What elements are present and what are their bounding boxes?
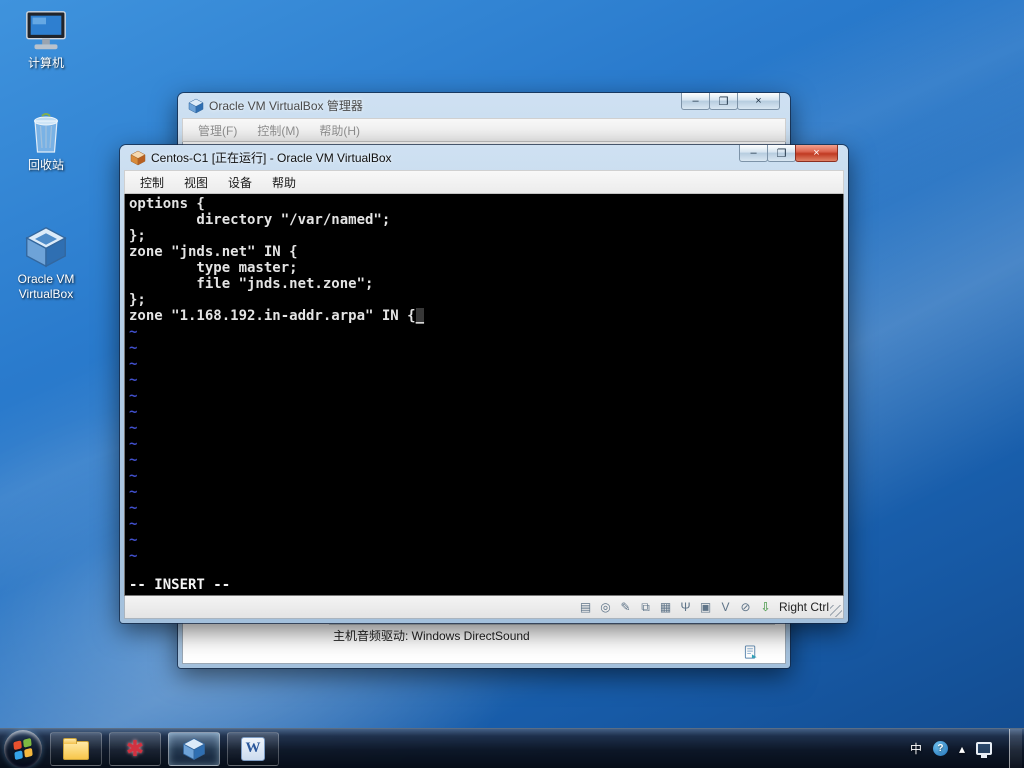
terminal-empty-line: ~ [129, 484, 138, 500]
menu-help[interactable]: 帮助(H) [310, 119, 369, 142]
virtualbox-logo-icon [188, 98, 204, 114]
terminal-line: zone "jnds.net" IN { [129, 244, 298, 260]
terminal-empty-line: ~ [129, 388, 138, 404]
terminal-line: }; [129, 228, 146, 244]
desktop-icon-label: 计算机 [27, 56, 64, 70]
terminal-content: options { directory "/var/named"; }; zon… [129, 196, 843, 577]
taskbar-button-red-app[interactable]: ✱ [109, 731, 161, 766]
shared-folders-icon[interactable]: ▣ [697, 599, 714, 616]
taskbar-button-virtualbox[interactable] [168, 731, 220, 766]
terminal-empty-line: ~ [129, 404, 138, 420]
word-icon: W [240, 736, 266, 761]
network-adapter-icon[interactable]: ▦ [657, 599, 674, 616]
host-key-state-icon[interactable]: ⇩ [757, 599, 774, 616]
virtualbox-icon [22, 224, 70, 270]
menu-help[interactable]: 帮助 [263, 171, 305, 194]
minimize-button[interactable]: – [681, 93, 710, 110]
windows-flag-icon [13, 737, 33, 760]
desktop-icon-recycle-bin[interactable]: 回收站 [6, 110, 86, 173]
manager-titlebar[interactable]: Oracle VM VirtualBox 管理器 – ❐ × [182, 93, 786, 118]
terminal-empty-line: ~ [129, 500, 138, 516]
terminal-line-text: zone "1.168.192.in-addr.arpa" IN { [129, 308, 416, 324]
virtual-screens-icon[interactable]: ⧉ [637, 599, 654, 616]
features-icon[interactable]: V [717, 599, 734, 616]
status-icons: ▤ ◎ ✎ ⧉ ▦ Ψ ▣ V ⊘ ⇩ [577, 599, 774, 616]
menu-view[interactable]: 视图 [175, 171, 217, 194]
desktop-icon-virtualbox[interactable]: Oracle VM VirtualBox [2, 224, 90, 302]
vm-window: Centos-C1 [正在运行] - Oracle VM VirtualBox … [120, 145, 848, 623]
host-key-label: Right Ctrl [778, 600, 829, 614]
vm-window-title: Centos-C1 [正在运行] - Oracle VM VirtualBox [151, 151, 392, 165]
manager-caption-buttons: – ❐ × [681, 93, 780, 110]
vi-mode-indicator: -- INSERT -- [129, 577, 231, 593]
start-button[interactable] [4, 730, 42, 768]
recycle-bin-icon [22, 110, 70, 156]
folder-icon [63, 737, 89, 761]
manager-menubar: 管理(F) 控制(M) 帮助(H) [182, 118, 786, 142]
red-app-icon: ✱ [125, 735, 145, 761]
virtualbox-icon [181, 737, 207, 761]
terminal-line: options { [129, 196, 205, 212]
terminal-empty-line: ~ [129, 372, 138, 388]
network-glyph [976, 742, 992, 758]
desktop[interactable]: 计算机 回收站 Oracle VM VirtualBox Oracle VM V… [0, 0, 1024, 768]
vm-statusbar: ▤ ◎ ✎ ⧉ ▦ Ψ ▣ V ⊘ ⇩ Right Ctrl [124, 596, 844, 619]
hdd-icon[interactable]: ▤ [577, 599, 594, 616]
show-desktop-button[interactable] [1009, 728, 1022, 768]
help-icon[interactable]: ? [932, 741, 948, 756]
terminal-empty-line: ~ [129, 516, 138, 532]
terminal-line: }; [129, 292, 146, 308]
terminal-empty-line: ~ [129, 356, 138, 372]
terminal-empty-line: ~ [129, 436, 138, 452]
terminal-line: directory "/var/named"; [129, 212, 391, 228]
mouse-integration-icon[interactable]: ⊘ [737, 599, 754, 616]
vm-titlebar[interactable]: Centos-C1 [正在运行] - Oracle VM VirtualBox … [124, 145, 844, 170]
help-glyph: ? [932, 741, 948, 756]
close-button[interactable]: × [795, 145, 838, 162]
terminal-line: type master; [129, 260, 298, 276]
desktop-icon-label: Oracle VM VirtualBox [17, 272, 75, 301]
manager-window-title: Oracle VM VirtualBox 管理器 [209, 99, 363, 113]
tray-chevron-icon[interactable]: ▴ [959, 742, 965, 756]
video-capture-icon[interactable]: ✎ [617, 599, 634, 616]
maximize-button[interactable]: ❐ [709, 93, 738, 110]
menu-machine[interactable]: 控制(M) [248, 119, 308, 142]
resize-grip[interactable] [830, 605, 842, 617]
details-divider [329, 624, 775, 625]
terminal-empty-line: ~ [129, 420, 138, 436]
vm-window-icon [130, 150, 146, 166]
close-button[interactable]: × [737, 93, 780, 110]
terminal-cursor: _ [415, 308, 425, 324]
network-icon[interactable] [976, 742, 992, 758]
usb-icon[interactable]: Ψ [677, 599, 694, 616]
system-tray: 中 ? ▴ [910, 728, 1024, 768]
terminal-empty-line: ~ [129, 468, 138, 484]
terminal-line-current: zone "1.168.192.in-addr.arpa" IN {_ [129, 308, 843, 324]
cd-icon[interactable]: ◎ [597, 599, 614, 616]
details-page-icon[interactable] [743, 645, 759, 660]
desktop-icon-computer[interactable]: 计算机 [6, 8, 86, 71]
desktop-icon-label: 回收站 [27, 158, 64, 172]
maximize-button[interactable]: ❐ [767, 145, 796, 162]
taskbar-button-word[interactable]: W [227, 731, 279, 766]
vm-caption-buttons: – ❐ × [739, 145, 838, 162]
menu-manage[interactable]: 管理(F) [189, 119, 246, 142]
computer-icon [22, 8, 70, 54]
minimize-button[interactable]: – [739, 145, 768, 162]
vm-menubar: 控制 视图 设备 帮助 [124, 170, 844, 194]
taskbar-button-explorer[interactable] [50, 731, 102, 766]
menu-machine[interactable]: 控制 [131, 171, 173, 194]
terminal-empty-line: ~ [129, 452, 138, 468]
taskbar: ✱ W 中 ? ▴ [0, 728, 1024, 768]
terminal-empty-line: ~ [129, 340, 138, 356]
terminal-empty-line: ~ [129, 548, 138, 564]
vm-console[interactable]: options { directory "/var/named"; }; zon… [124, 194, 844, 596]
host-audio-driver-row: 主机音频驱动: Windows DirectSound [333, 629, 530, 643]
terminal-empty-line: ~ [129, 324, 138, 340]
terminal-empty-line: ~ [129, 532, 138, 548]
taskbar-buttons: ✱ W [50, 729, 279, 768]
menu-devices[interactable]: 设备 [219, 171, 261, 194]
terminal-line: file "jnds.net.zone"; [129, 276, 374, 292]
language-indicator[interactable]: 中 [910, 740, 922, 757]
